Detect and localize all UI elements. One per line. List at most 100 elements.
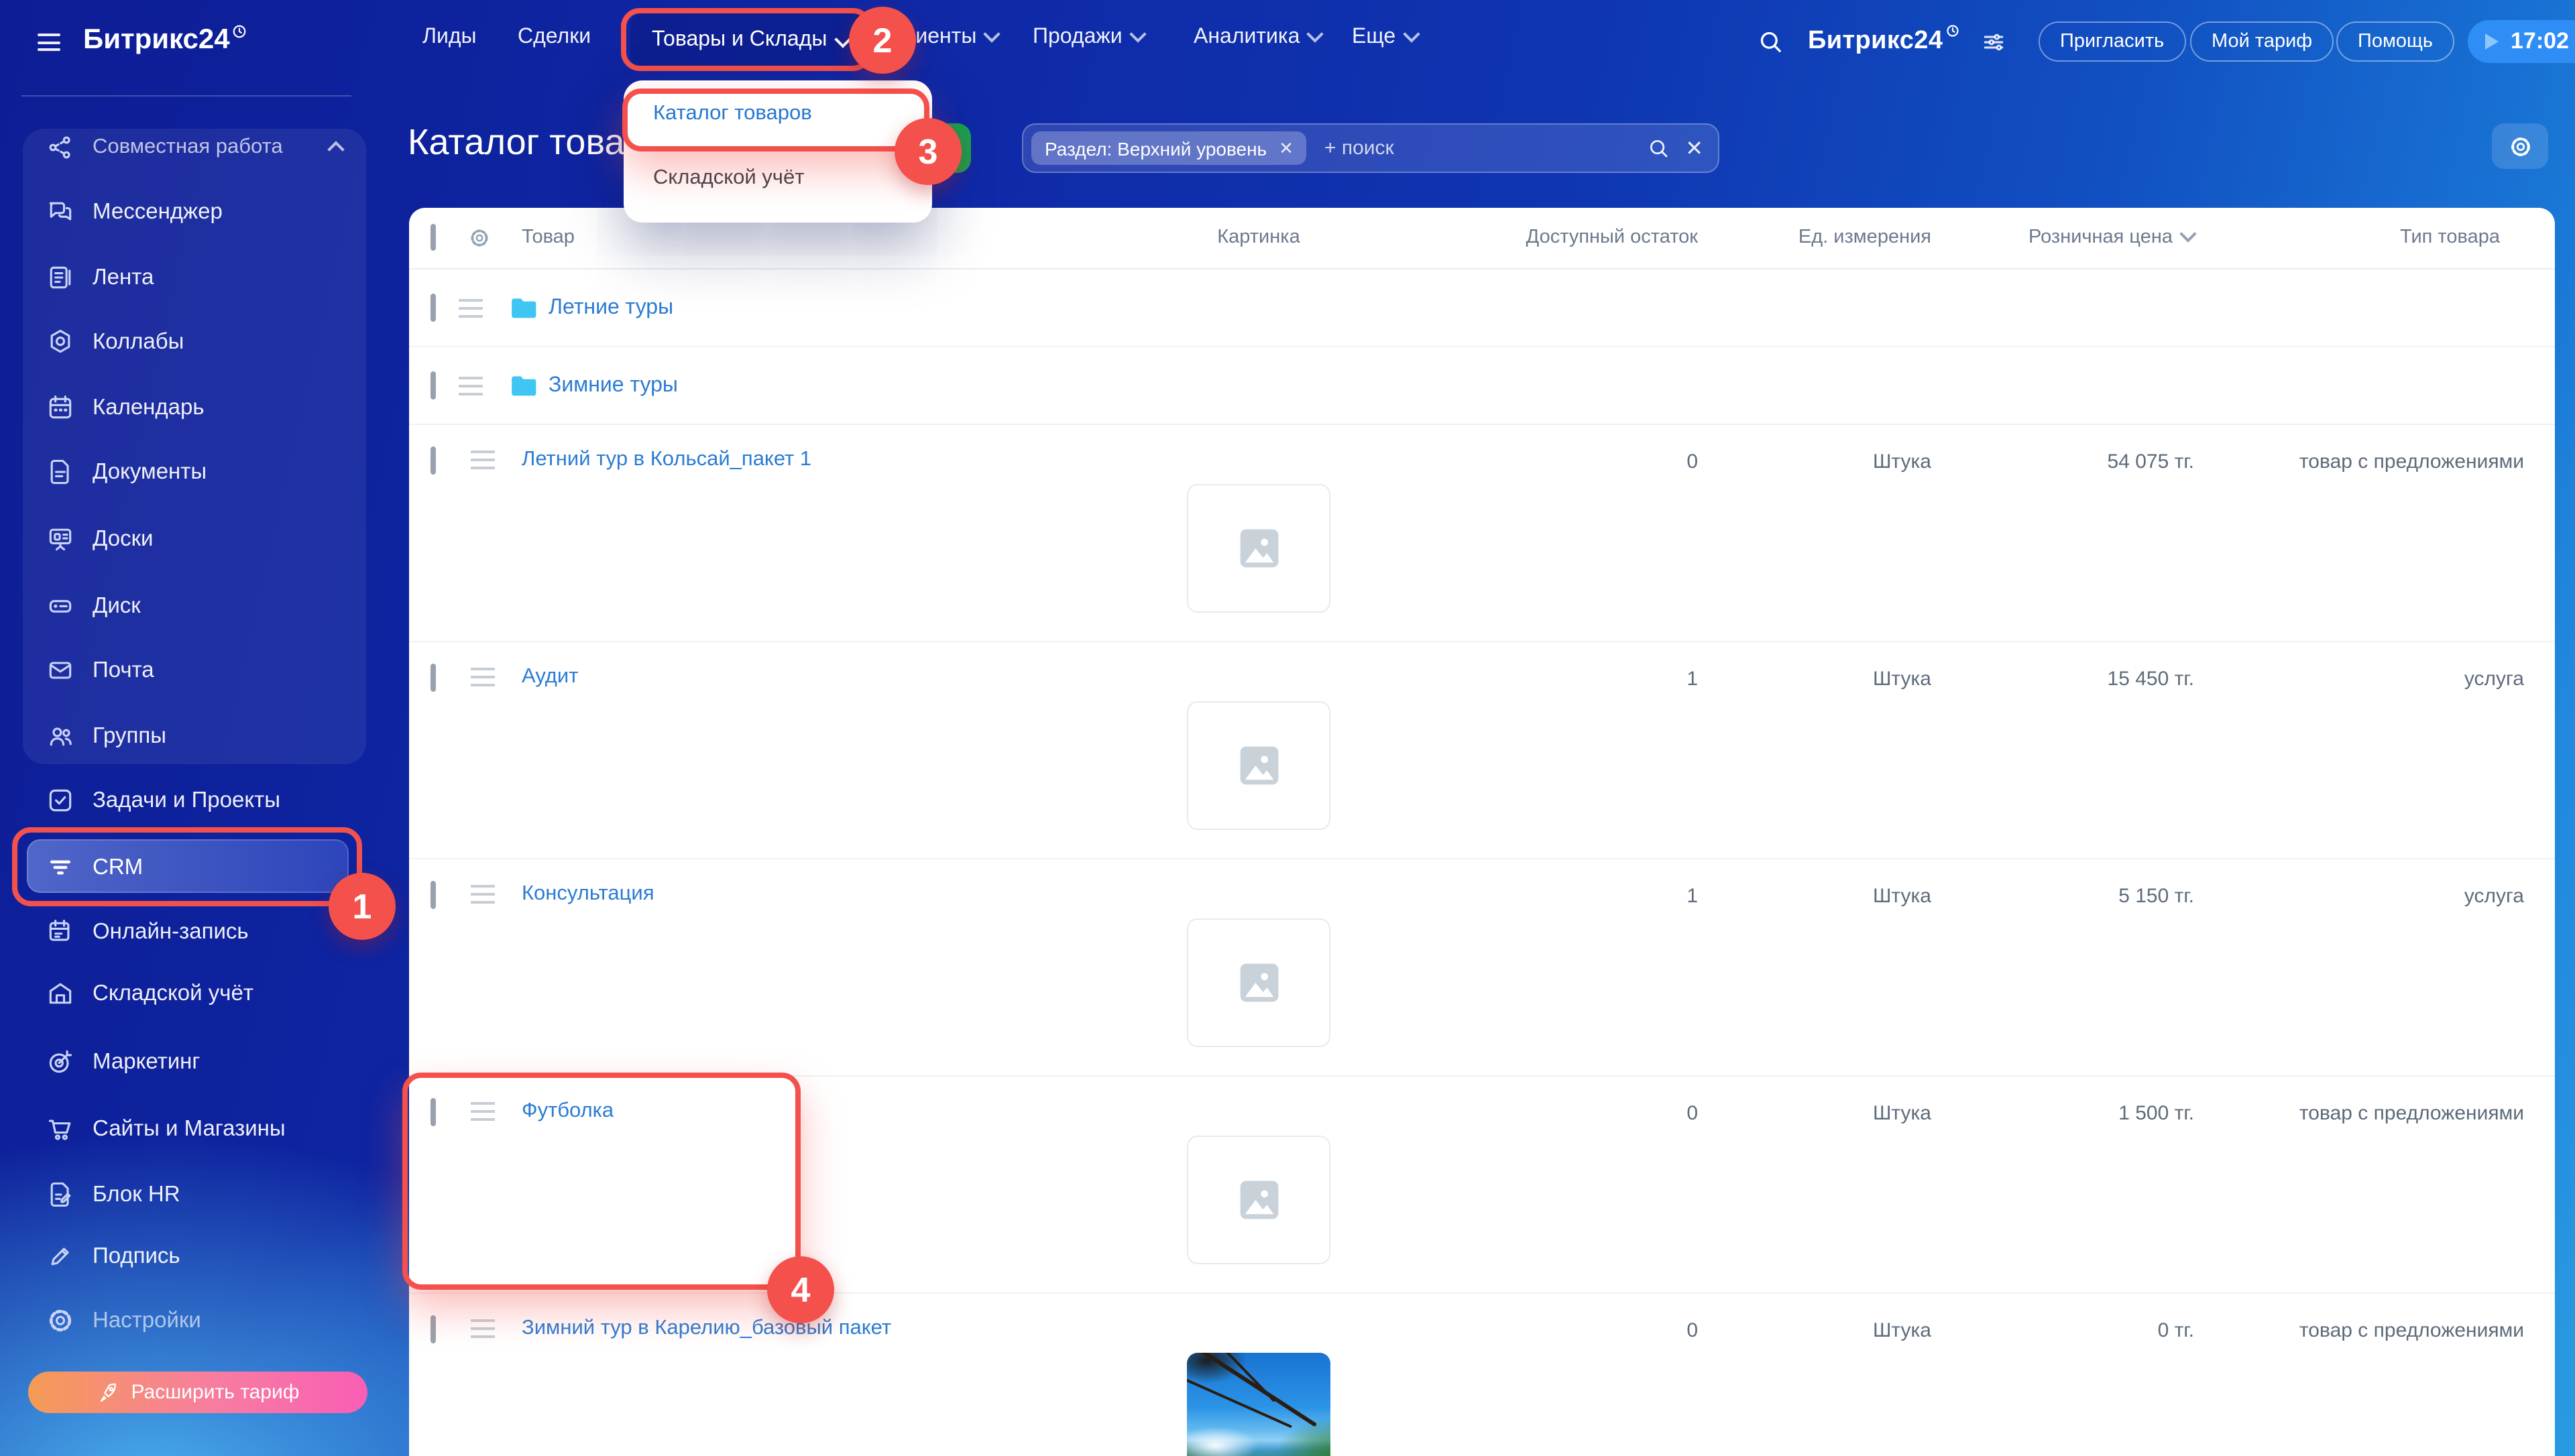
sidebar-item-groups[interactable]: Группы [23,709,366,763]
chip-close-icon[interactable]: ✕ [1279,137,1294,159]
image-placeholder [1187,1136,1330,1264]
cell-stock: 0 [1686,1319,1698,1342]
sidebar-item-label: Складской учёт [93,981,253,1006]
pen-icon [46,1241,75,1271]
sidebar-item-calendar[interactable]: Календарь [23,381,366,434]
expand-tariff-button[interactable]: Расширить тариф [28,1372,367,1413]
sidebar-item-warehouse[interactable]: Складской учёт [23,967,366,1020]
help-button[interactable]: Помощь [2336,21,2454,62]
timer-pill[interactable]: 17:02 [2468,20,2575,63]
filter-chip[interactable]: Раздел: Верхний уровень ✕ [1031,131,1307,165]
sidebar-item-documents[interactable]: Документы [23,445,366,499]
sidebar-item-online-booking[interactable]: Онлайн-запись [23,905,366,959]
col-stock[interactable]: Доступный остаток [1526,227,1698,248]
messenger-icon [46,197,75,227]
product-link[interactable]: Аудит [522,665,578,689]
search-icon[interactable] [1757,28,1784,55]
sidebar-item-signature[interactable]: Подпись [23,1229,366,1283]
search-placeholder[interactable]: + поиск [1324,137,1394,160]
sidebar-item-label: Задачи и Проекты [93,788,280,813]
cell-price: 54 075 тг. [2108,450,2194,473]
search-icon[interactable] [1646,137,1669,160]
row-checkbox[interactable] [431,666,436,690]
sidebar-item-collabs[interactable]: Коллабы [23,315,366,369]
sidebar-item-drive[interactable]: Диск [23,579,366,633]
row-checkbox[interactable] [431,1101,436,1125]
filter-search-bar[interactable]: Раздел: Верхний уровень ✕ + поиск ✕ [1022,123,1719,173]
drag-handle[interactable] [471,668,495,686]
sidebar-item-boards[interactable]: Доски [23,512,366,566]
sidebar-item-mail[interactable]: Почта [23,644,366,697]
col-picture[interactable]: Картинка [1187,227,1330,248]
row-checkbox[interactable] [431,449,436,473]
sidebar-item-marketing[interactable]: Маркетинг [23,1035,366,1089]
sliders-icon[interactable] [1981,29,2006,55]
annotation-badge-3: 3 [895,118,962,185]
nav-products-label: Товары и Склады [652,28,827,52]
product-link[interactable]: Зимний тур в Карелию_базовый пакет [522,1317,891,1341]
chevron-up-icon[interactable] [327,140,344,157]
folder-link[interactable]: Зимние туры [549,373,678,398]
row-checkbox[interactable] [431,1318,436,1342]
col-product[interactable]: Товар [522,227,575,248]
clear-filter-icon[interactable]: ✕ [1685,135,1703,162]
invite-button[interactable]: Пригласить [2039,21,2185,62]
table-row-product[interactable]: Консультация 1 Штука 5 150 тг. услуга [409,859,2555,1077]
col-price[interactable]: Розничная цена [2028,227,2194,248]
sidebar-logo[interactable]: Битрикс24 [83,24,247,56]
nav-leads[interactable]: Лиды [422,25,477,50]
row-checkbox[interactable] [431,373,436,398]
drag-handle[interactable] [471,450,495,469]
drag-handle[interactable] [459,298,483,317]
col-type[interactable]: Тип товара [2400,227,2500,248]
sidebar-item-messenger[interactable]: Мессенджер [23,185,366,239]
picture-icon [1236,1177,1281,1223]
sidebar-item-settings[interactable]: Настройки [23,1294,366,1347]
nav-deals[interactable]: Сделки [518,25,591,50]
nav-sales[interactable]: Продажи [1033,25,1144,50]
sidebar-item-tasks[interactable]: Задачи и Проекты [23,774,366,827]
product-link[interactable]: Консультация [522,882,654,906]
nav-products-warehouses[interactable]: Товары и Склады [630,12,870,68]
cell-stock: 0 [1686,450,1698,473]
table-row-product[interactable]: Зимний тур в Карелию_базовый пакет 0 Шту… [409,1294,2555,1456]
sidebar-item-label: Маркетинг [93,1049,200,1075]
table-row-folder[interactable]: Зимние туры [409,347,2555,425]
drag-handle[interactable] [471,885,495,904]
drag-handle[interactable] [459,376,483,395]
product-link[interactable]: Футболка [522,1099,614,1124]
drag-handle[interactable] [471,1102,495,1121]
chevron-down-icon [1129,25,1146,42]
table-row-product-tshirt[interactable]: Футболка 0 Штука 1 500 тг. товар с предл… [409,1077,2555,1294]
sidebar-item-hr-block[interactable]: Блок HR [23,1168,366,1221]
picture-icon [1236,743,1281,788]
sidebar-item-label: Лента [93,265,154,290]
columns-gear-icon[interactable] [468,227,491,249]
grid-settings-button[interactable] [2492,123,2548,169]
select-all-checkbox[interactable] [431,227,436,248]
drag-handle[interactable] [471,1319,495,1338]
row-checkbox[interactable] [431,884,436,908]
nav-more[interactable]: Еще [1352,25,1417,50]
col-unit[interactable]: Ед. измерения [1798,227,1931,248]
dropdown-item-warehouse[interactable]: Складской учёт [624,147,932,209]
dropdown-item-catalog[interactable]: Каталог товаров [624,80,932,147]
sidebar-section-collaboration[interactable]: Совместная работа [23,121,366,174]
sidebar-item-sites-stores[interactable]: Сайты и Магазины [23,1102,366,1156]
sidebar: Битрикс24 Совместная работа Мессенджер Л… [0,0,389,1456]
table-row-product[interactable]: Летний тур в Кольсай_пакет 1 0 Штука 54 … [409,425,2555,642]
product-link[interactable]: Летний тур в Кольсай_пакет 1 [522,448,811,472]
my-tariff-button[interactable]: Мой тариф [2190,21,2334,62]
row-checkbox[interactable] [431,296,436,320]
hamburger-menu-icon[interactable] [38,34,60,51]
sidebar-item-crm[interactable]: CRM [23,841,366,894]
funnel-icon [46,853,75,882]
folder-link[interactable]: Летние туры [549,296,673,320]
feed-icon [46,263,75,292]
table-row-folder[interactable]: Летние туры [409,269,2555,347]
cell-type: услуга [2464,885,2524,908]
image-placeholder [1187,918,1330,1047]
nav-analytics[interactable]: Аналитика [1194,25,1321,50]
sidebar-item-feed[interactable]: Лента [23,251,366,304]
table-row-product[interactable]: Аудит 1 Штука 15 450 тг. услуга [409,642,2555,859]
